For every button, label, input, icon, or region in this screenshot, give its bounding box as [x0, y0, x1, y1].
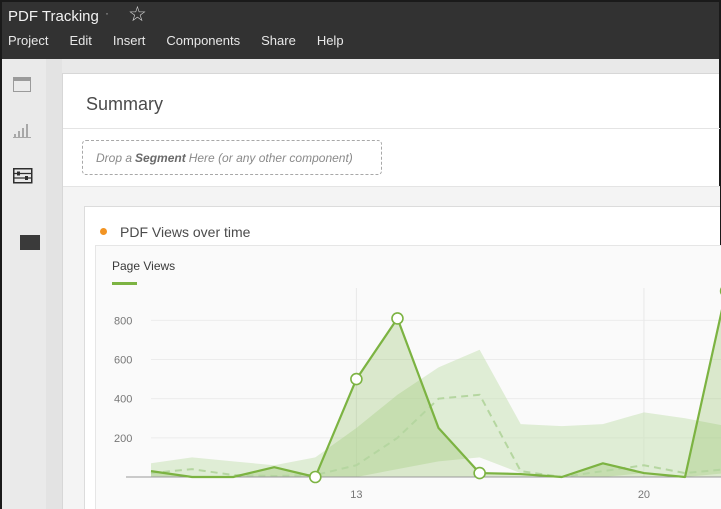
chart-area: 200 400 600 800 13 20 Page Views — [95, 245, 721, 509]
panel-title[interactable]: Summary — [86, 94, 163, 115]
visualization-title[interactable]: PDF Views over time — [120, 224, 250, 240]
anomaly-marker — [391, 312, 404, 325]
left-rail — [2, 59, 46, 509]
star-outline-icon[interactable]: ☆ — [128, 3, 147, 27]
summary-panel: Summary Drop a Segment Here (or any othe… — [62, 73, 721, 509]
visualization-card: PDF Views over time 200 400 600 800 13 20 Pag… — [84, 206, 721, 509]
dropzone-emphasis: Segment — [135, 150, 186, 165]
menu-insert[interactable]: Insert — [113, 33, 146, 48]
menu-edit[interactable]: Edit — [69, 33, 91, 48]
menu-components[interactable]: Components — [166, 33, 240, 48]
anomaly-marker — [350, 372, 363, 386]
y-tick-label: 800 — [114, 315, 132, 327]
anomaly-marker — [473, 466, 486, 480]
menu-project[interactable]: Project — [8, 33, 48, 48]
metric-color-swatch — [112, 282, 137, 285]
dropzone-suffix: Here (or any other component) — [188, 150, 353, 165]
divider — [63, 128, 720, 129]
visualizations-icon[interactable] — [13, 122, 33, 138]
app-title: PDF Tracking — [8, 8, 99, 25]
y-tick-label: 600 — [114, 355, 132, 367]
panels-icon[interactable] — [13, 77, 31, 92]
components-icon[interactable] — [13, 168, 33, 184]
line-chart: 200 400 600 800 13 20 — [114, 287, 721, 501]
anomaly-marker — [309, 470, 322, 484]
y-tick-label: 400 — [114, 394, 132, 406]
x-tick-label: 13 — [350, 489, 362, 501]
dropzone-prefix: Drop a — [96, 150, 133, 165]
menu-share[interactable]: Share — [261, 33, 296, 48]
menu-help[interactable]: Help — [317, 33, 344, 48]
rail-gutter — [46, 59, 62, 509]
block-icon[interactable] — [20, 235, 40, 250]
y-tick-label: 200 — [114, 433, 132, 445]
title-separator: · — [105, 6, 109, 20]
segment-dropzone[interactable]: Drop a Segment Here (or any other compon… — [82, 140, 382, 175]
menu-bar: Project Edit Insert Components Share Hel… — [8, 33, 365, 48]
app-header: PDF Tracking · ☆ Project Edit Insert Com… — [2, 2, 719, 59]
status-dot-icon — [100, 228, 107, 235]
x-tick-label: 20 — [638, 489, 650, 501]
metric-label[interactable]: Page Views — [112, 259, 175, 273]
